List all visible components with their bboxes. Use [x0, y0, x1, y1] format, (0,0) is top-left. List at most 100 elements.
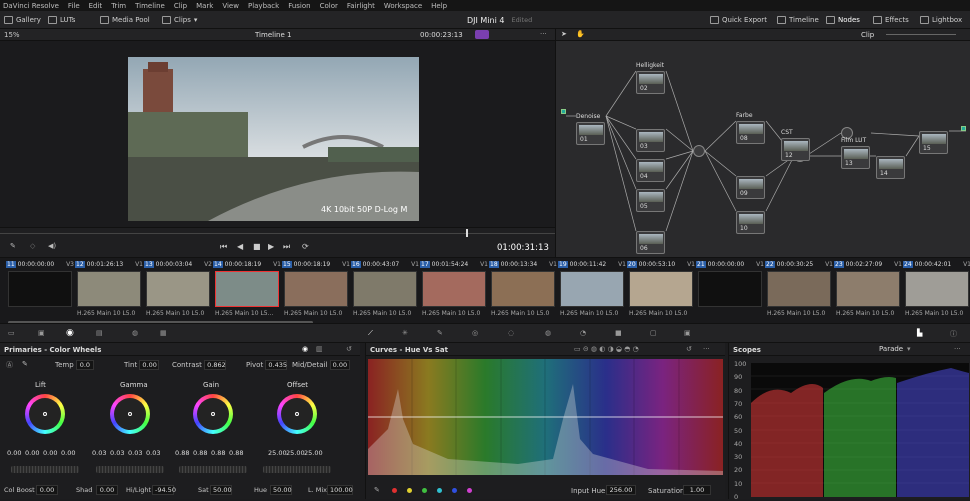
menu-item[interactable]: Trim — [111, 2, 126, 10]
zoom-select[interactable]: 15% — [4, 31, 20, 39]
video-frame[interactable]: 4K 10bit 50P D-Log M — [128, 57, 419, 221]
wheel-value[interactable]: 25.00 — [268, 449, 287, 457]
gallery-button[interactable]: Gallery — [4, 13, 41, 27]
highlight-icon[interactable]: ◇ — [30, 242, 35, 250]
contrast-value[interactable]: 0.862 — [204, 360, 227, 370]
playhead-marker[interactable] — [466, 229, 468, 237]
stop-icon[interactable]: ■ — [253, 242, 261, 251]
wheel-value[interactable]: 0.03 — [128, 449, 142, 457]
wheel-handle[interactable] — [43, 412, 47, 416]
blur-icon[interactable]: ◔ — [580, 329, 586, 337]
loop-icon[interactable]: ⟳ — [302, 242, 309, 251]
menu-item[interactable]: DaVinci Resolve — [3, 2, 59, 10]
sizing-icon[interactable]: ▢ — [650, 329, 657, 337]
wheel-handle[interactable] — [211, 412, 215, 416]
scope-mode-select[interactable]: Parade — [879, 345, 903, 353]
menu-item[interactable]: Color — [320, 2, 338, 10]
menu-item[interactable]: Fairlight — [347, 2, 375, 10]
chevron-down-icon-scopes[interactable]: ▾ — [907, 345, 911, 353]
wheels-mode-icon[interactable]: ◉ — [302, 345, 308, 353]
play-reverse-icon[interactable]: ◀ — [237, 242, 243, 251]
color-wheels-icon[interactable]: ◉ — [66, 328, 74, 338]
tint-value[interactable]: 0.00 — [139, 360, 160, 370]
menu-item[interactable]: Help — [431, 2, 447, 10]
menu-item[interactable]: View — [222, 2, 239, 10]
master-wheel-slider[interactable] — [11, 466, 79, 473]
node-12[interactable]: 12 — [781, 138, 810, 161]
qualifier-icon[interactable]: ✎ — [437, 329, 443, 337]
menu-item[interactable]: File — [68, 2, 80, 10]
more-icon[interactable]: ··· — [540, 30, 547, 38]
node-08[interactable]: 08 — [736, 121, 765, 144]
clip-thumbnail[interactable]: 23 00:02:27:09 V1 H.265 Main 10 L5.0 — [834, 258, 902, 324]
clip-thumbnail[interactable]: 19 00:00:11:42 V1 H.265 Main 10 L5.0 — [558, 258, 626, 324]
colboost-value[interactable]: 0.00 — [36, 485, 58, 495]
motion-effects-icon[interactable]: ◍ — [132, 329, 138, 337]
wheel-value[interactable]: 0.88 — [229, 449, 243, 457]
play-icon[interactable]: ▶ — [268, 242, 274, 251]
hue-swatch[interactable] — [407, 488, 412, 493]
curves-more-icon[interactable]: ··· — [703, 345, 710, 353]
wheel-value[interactable]: 0.00 — [43, 449, 57, 457]
clip-thumbnail[interactable]: 14 00:00:18:19 V1 H.265 Main 10 L5... — [213, 258, 281, 324]
wheel-value[interactable]: 0.03 — [92, 449, 106, 457]
node-15[interactable]: 15 — [919, 131, 948, 154]
wheel-value[interactable]: 0.88 — [211, 449, 225, 457]
node-09[interactable]: 09 — [736, 176, 765, 199]
hue-swatch[interactable] — [437, 488, 442, 493]
node-03[interactable]: 03 — [636, 129, 665, 152]
quick-export-button[interactable]: Quick Export — [710, 13, 767, 27]
clip-thumbnail[interactable]: 21 00:00:00:00 V1 — [696, 258, 764, 324]
menu-item[interactable]: Mark — [196, 2, 213, 10]
node-01[interactable]: 01 — [576, 122, 605, 145]
temp-value[interactable]: 0.0 — [75, 360, 94, 370]
clip-thumbnail[interactable]: 22 00:00:30:25 V1 H.265 Main 10 L5.0 — [765, 258, 833, 324]
clip-thumbnail[interactable]: 11 00:00:00:00 V3 — [6, 258, 74, 324]
media-pool-button[interactable]: Media Pool — [100, 13, 150, 27]
key-icon[interactable]: ■ — [615, 329, 622, 337]
color-wheel-gamma[interactable] — [110, 394, 150, 434]
timeline-button[interactable]: Timeline — [777, 13, 819, 27]
nodes-button[interactable]: Nodes — [826, 13, 860, 27]
wheel-value[interactable]: 0.00 — [7, 449, 21, 457]
white-balance-picker-icon[interactable]: ✎ — [22, 360, 28, 368]
menu-item[interactable]: Clip — [174, 2, 187, 10]
node-06[interactable]: 06 — [636, 231, 665, 254]
menu-item[interactable]: Fusion — [288, 2, 310, 10]
node-14[interactable]: 14 — [876, 156, 905, 179]
curves-icon[interactable]: ⟋ — [368, 329, 373, 338]
clips-button[interactable]: Clips ▾ — [162, 13, 197, 27]
speaker-icon[interactable]: ◀) — [48, 242, 56, 250]
wheel-value[interactable]: 0.00 — [61, 449, 75, 457]
reset-icon[interactable]: ↺ — [346, 345, 352, 353]
skip-forward-icon[interactable]: ⏭ — [283, 242, 290, 252]
node-10[interactable]: 10 — [736, 211, 765, 234]
menu-item[interactable]: Timeline — [135, 2, 165, 10]
clip-thumbnail[interactable]: 15 00:00:18:19 V1 H.265 Main 10 L5.0 — [282, 258, 350, 324]
bars-mode-icon[interactable]: ▥ — [316, 345, 323, 353]
wheel-value[interactable]: 25.00 — [286, 449, 305, 457]
saturation-value[interactable]: 1.00 — [683, 485, 711, 495]
hand-icon[interactable]: ✋ — [576, 30, 585, 38]
scopes-more-icon[interactable]: ··· — [954, 345, 961, 353]
menu-item[interactable]: Playback — [248, 2, 279, 10]
magic-mask-icon[interactable]: ◍ — [545, 329, 551, 337]
hue-value[interactable]: 50.00 — [270, 485, 292, 495]
scopes-toggle-icon[interactable]: ▙ — [917, 329, 922, 337]
eyedropper-icon[interactable]: ✎ — [10, 242, 16, 250]
curve-picker-icon[interactable]: ✎ — [374, 486, 380, 494]
clip-thumbnail[interactable]: 20 00:00:53:10 V1 H.265 Main 10 L5.0 — [627, 258, 695, 324]
node-04[interactable]: 04 — [636, 159, 665, 182]
middetail-value[interactable]: 0.00 — [329, 360, 350, 370]
node-05[interactable]: 05 — [636, 189, 665, 212]
wheel-value[interactable]: 0.88 — [193, 449, 207, 457]
luts-button[interactable]: LUTs — [48, 13, 75, 27]
node-mode-select[interactable]: Clip — [861, 31, 874, 39]
scrubber-track[interactable] — [0, 233, 555, 234]
pivot-value[interactable]: 0.435 — [265, 360, 288, 370]
wheel-value[interactable]: 0.00 — [25, 449, 39, 457]
node-editor[interactable]: ➤ ✋ Clip 01 Denoise 02 Helligkeit 03 04 05 06 08… — [555, 29, 970, 257]
clip-thumbnail[interactable]: 12 00:01:26:13 V1 H.265 Main 10 L5.0 — [75, 258, 143, 324]
master-wheel-slider[interactable] — [96, 466, 164, 473]
hue-swatch[interactable] — [422, 488, 427, 493]
